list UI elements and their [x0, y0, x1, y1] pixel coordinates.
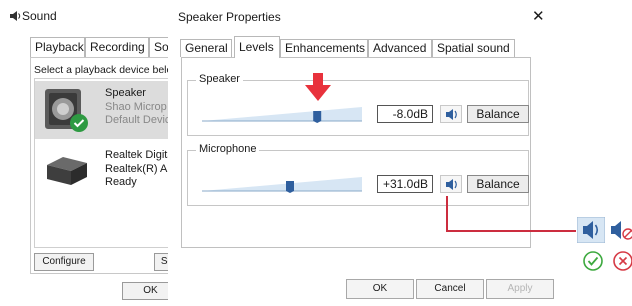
device-list: Speaker Shao Microp Default Devic Realte…	[34, 78, 180, 248]
tab-advanced[interactable]: Advanced	[368, 39, 432, 57]
configure-button[interactable]: Configure	[34, 253, 94, 271]
tab-general[interactable]: General	[180, 39, 232, 57]
apply-button[interactable]: Apply	[486, 279, 554, 299]
list-item[interactable]: Realtek Digita Realtek(R) Au Ready	[35, 143, 180, 201]
speaker-group-label: Speaker	[196, 73, 243, 85]
levels-panel: Speaker -8.0dB Balance Microphone +31.0d…	[181, 57, 531, 248]
tab-playback[interactable]: Playback	[30, 37, 85, 57]
mute-state-legend	[577, 217, 632, 243]
playback-panel: Select a playback device belov Speaker S…	[30, 57, 180, 274]
callout-connector	[446, 230, 576, 232]
microphone-volume-slider[interactable]	[202, 175, 362, 193]
list-item[interactable]: Speaker Shao Microp Default Devic	[35, 81, 180, 139]
tab-levels[interactable]: Levels	[234, 36, 280, 58]
microphone-balance-button[interactable]: Balance	[467, 175, 529, 193]
close-icon[interactable]: ✕	[532, 7, 545, 25]
x-circle-icon	[613, 251, 632, 271]
tab-spatial-sound[interactable]: Spatial sound	[432, 39, 515, 57]
speaker-device-icon	[45, 89, 88, 132]
speaker-properties-dialog: Speaker Properties ✕ General Levels Enha…	[168, 0, 558, 306]
tab-enhancements[interactable]: Enhancements	[280, 39, 368, 57]
playback-hint: Select a playback device belov	[34, 64, 178, 76]
speaker-unmuted-icon	[446, 109, 457, 120]
speaker-unmuted-icon	[577, 217, 605, 243]
speaker-unmuted-icon	[446, 179, 457, 190]
callout-connector	[446, 196, 448, 232]
microphone-db-value: +31.0dB	[377, 175, 433, 193]
tab-recording[interactable]: Recording	[85, 37, 149, 57]
microphone-level-group: Microphone +31.0dB Balance	[187, 143, 529, 206]
speaker-balance-button[interactable]: Balance	[467, 105, 529, 123]
speaker-slider-thumb[interactable]	[313, 111, 322, 123]
speaker-muted-icon	[611, 221, 632, 240]
cancel-button[interactable]: Cancel	[416, 279, 484, 299]
speaker-level-group: Speaker -8.0dB Balance	[187, 73, 529, 136]
dialog-title: Speaker Properties	[178, 10, 281, 24]
microphone-slider-thumb[interactable]	[286, 181, 294, 193]
sound-window-title: Sound	[22, 9, 57, 23]
speaker-db-value: -8.0dB	[377, 105, 433, 123]
sound-tabs: Playback Recording So	[30, 37, 178, 57]
speaker-mute-button[interactable]	[440, 105, 462, 123]
speaker-volume-slider[interactable]	[202, 105, 362, 123]
digital-output-device-icon	[47, 157, 87, 185]
ok-button[interactable]: OK	[346, 279, 414, 299]
speaker-icon	[10, 11, 21, 21]
sound-window: Sound Playback Recording So Select a pla…	[0, 0, 180, 300]
microphone-mute-button[interactable]	[440, 175, 462, 193]
microphone-group-label: Microphone	[196, 143, 260, 155]
check-circle-icon	[583, 251, 603, 271]
arrow-down-icon	[305, 73, 331, 101]
